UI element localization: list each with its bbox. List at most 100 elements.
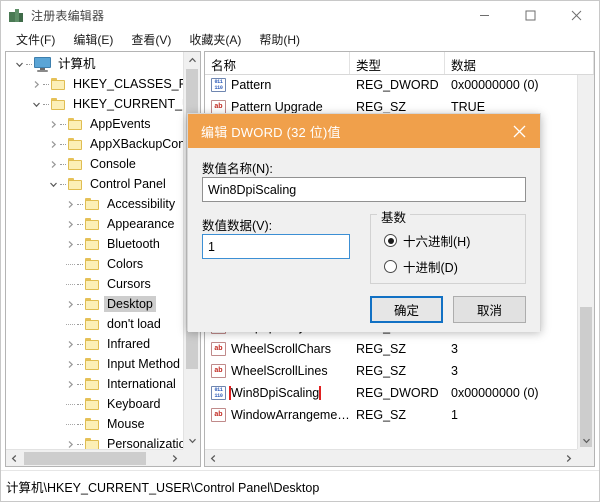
ok-button[interactable]: 确定 xyxy=(370,296,443,323)
tree-item-mouse[interactable]: Mouse xyxy=(6,414,183,434)
minimize-icon[interactable] xyxy=(461,1,507,29)
value-data-text: 1 xyxy=(208,240,215,254)
menu-favorites[interactable]: 收藏夹(A) xyxy=(180,30,250,49)
cell-data: 0x00000000 (0) xyxy=(445,386,577,400)
list-scroll-right-icon[interactable] xyxy=(560,450,577,467)
status-bar: 计算机\HKEY_CURRENT_USER\Control Panel\Desk… xyxy=(1,470,599,501)
list-hscroll-track[interactable] xyxy=(222,450,560,467)
value-name-input[interactable]: Win8DpiScaling xyxy=(202,177,526,202)
table-row[interactable]: 011110Win8DpiScalingREG_DWORD0x00000000 … xyxy=(205,382,577,404)
folder-icon xyxy=(85,336,101,352)
cancel-button[interactable]: 取消 xyxy=(453,296,526,323)
folder-icon xyxy=(68,116,84,132)
cell-type: REG_SZ xyxy=(350,408,445,422)
menu-help[interactable]: 帮助(H) xyxy=(250,30,309,49)
tree-item-keyboard[interactable]: Keyboard xyxy=(6,394,183,414)
tree-item-control-panel[interactable]: Control Panel xyxy=(6,174,183,194)
chevron-right-icon[interactable] xyxy=(46,114,60,134)
tree-item-label: AppEvents xyxy=(87,116,153,132)
tree-item-accessibility[interactable]: Accessibility xyxy=(6,194,183,214)
tree-item-colors[interactable]: Colors xyxy=(6,254,183,274)
chevron-right-icon[interactable] xyxy=(63,234,77,254)
table-row[interactable]: abWindowArrangeme…REG_SZ1 xyxy=(205,404,577,426)
chevron-right-icon[interactable] xyxy=(63,434,77,449)
menu-view[interactable]: 查看(V) xyxy=(122,30,180,49)
tree-hscroll-track[interactable] xyxy=(23,450,166,467)
folder-icon xyxy=(85,196,101,212)
value-data-input[interactable]: 1 xyxy=(202,234,350,259)
chevron-right-icon[interactable] xyxy=(63,194,77,214)
tree-item-international[interactable]: International xyxy=(6,374,183,394)
tree-item-appevents[interactable]: AppEvents xyxy=(6,114,183,134)
dialog-close-icon[interactable] xyxy=(498,114,540,148)
edit-dword-dialog: 编辑 DWORD (32 位)值 数值名称(N): Win8DpiScaling… xyxy=(187,113,541,331)
radio-hexadecimal[interactable]: 十六进制(H) xyxy=(384,231,470,250)
value-name: WheelScrollLines xyxy=(231,364,328,378)
tree-item-appearance[interactable]: Appearance xyxy=(6,214,183,234)
tree-item-console[interactable]: Console xyxy=(6,154,183,174)
tree-connector xyxy=(77,334,85,354)
tree-item-infrared[interactable]: Infrared xyxy=(6,334,183,354)
scroll-up-icon[interactable] xyxy=(184,52,201,69)
menu-file[interactable]: 文件(F) xyxy=(7,30,64,49)
chevron-right-icon[interactable] xyxy=(63,214,77,234)
menu-edit[interactable]: 编辑(E) xyxy=(64,30,122,49)
chevron-down-icon[interactable] xyxy=(46,174,60,194)
list-vertical-scrollbar[interactable] xyxy=(577,52,594,449)
tree-connector xyxy=(60,154,68,174)
folder-icon xyxy=(68,176,84,192)
value-name: WindowArrangeme… xyxy=(231,408,350,422)
maximize-icon[interactable] xyxy=(507,1,553,29)
string-value-icon: ab xyxy=(211,408,226,422)
close-icon[interactable] xyxy=(553,1,599,29)
tree-item-input-method[interactable]: Input Method xyxy=(6,354,183,374)
chevron-right-icon[interactable] xyxy=(63,294,77,314)
tree-item-[interactable]: 计算机 xyxy=(6,54,183,74)
tree-connector xyxy=(77,274,85,294)
table-row[interactable]: abWheelScrollCharsREG_SZ3 xyxy=(205,338,577,360)
chevron-right-icon[interactable] xyxy=(29,74,43,94)
chevron-right-icon[interactable] xyxy=(63,334,77,354)
list-scroll-down-icon[interactable] xyxy=(578,432,595,449)
tree-connector xyxy=(43,74,51,94)
tree-leaf-spacer xyxy=(63,274,77,294)
tree-item-personalization[interactable]: Personalization xyxy=(6,434,183,449)
scroll-left-icon[interactable] xyxy=(6,450,23,467)
chevron-right-icon[interactable] xyxy=(46,134,60,154)
tree-leaf-spacer xyxy=(63,314,77,334)
list-scroll-thumb[interactable] xyxy=(580,307,592,447)
chevron-right-icon[interactable] xyxy=(63,354,77,374)
scroll-right-icon[interactable] xyxy=(166,450,183,467)
tree-item-don-t-load[interactable]: don't load xyxy=(6,314,183,334)
cell-name: 011110Win8DpiScaling xyxy=(205,386,350,400)
tree-item-label: AppXBackupConter xyxy=(87,136,183,152)
chevron-down-icon[interactable] xyxy=(12,54,26,74)
chevron-down-icon[interactable] xyxy=(29,94,43,114)
tree-item-hkey-current-user[interactable]: HKEY_CURRENT_USER xyxy=(6,94,183,114)
tree-item-appxbackupconter[interactable]: AppXBackupConter xyxy=(6,134,183,154)
folder-icon xyxy=(85,256,101,272)
tree-item-label: HKEY_CLASSES_ROOT xyxy=(70,76,183,92)
value-name-label: 数值名称(N): xyxy=(202,158,273,177)
tree-item-cursors[interactable]: Cursors xyxy=(6,274,183,294)
cell-name: abWheelScrollLines xyxy=(205,364,350,378)
list-horizontal-scrollbar[interactable] xyxy=(205,449,577,466)
table-row[interactable]: 011110PatternREG_DWORD0x00000000 (0) xyxy=(205,74,577,96)
tree-connector xyxy=(77,254,85,274)
tree-item-bluetooth[interactable]: Bluetooth xyxy=(6,234,183,254)
column-header-type[interactable]: 类型 xyxy=(350,52,445,74)
chevron-right-icon[interactable] xyxy=(46,154,60,174)
table-row[interactable]: abWheelScrollLinesREG_SZ3 xyxy=(205,360,577,382)
tree-item-label: 计算机 xyxy=(55,56,99,72)
chevron-right-icon[interactable] xyxy=(63,374,77,394)
column-header-name[interactable]: 名称 xyxy=(205,52,350,74)
list-scroll-left-icon[interactable] xyxy=(205,450,222,467)
tree-item-desktop[interactable]: Desktop xyxy=(6,294,183,314)
tree-item-hkey-classes-root[interactable]: HKEY_CLASSES_ROOT xyxy=(6,74,183,94)
column-header-data[interactable]: 数据 xyxy=(445,52,594,74)
scroll-down-icon[interactable] xyxy=(184,432,201,449)
tree-horizontal-scrollbar[interactable] xyxy=(6,449,183,466)
tree-hscroll-thumb[interactable] xyxy=(24,452,146,465)
tree-item-label: International xyxy=(104,376,179,392)
radio-decimal[interactable]: 十进制(D) xyxy=(384,257,458,276)
